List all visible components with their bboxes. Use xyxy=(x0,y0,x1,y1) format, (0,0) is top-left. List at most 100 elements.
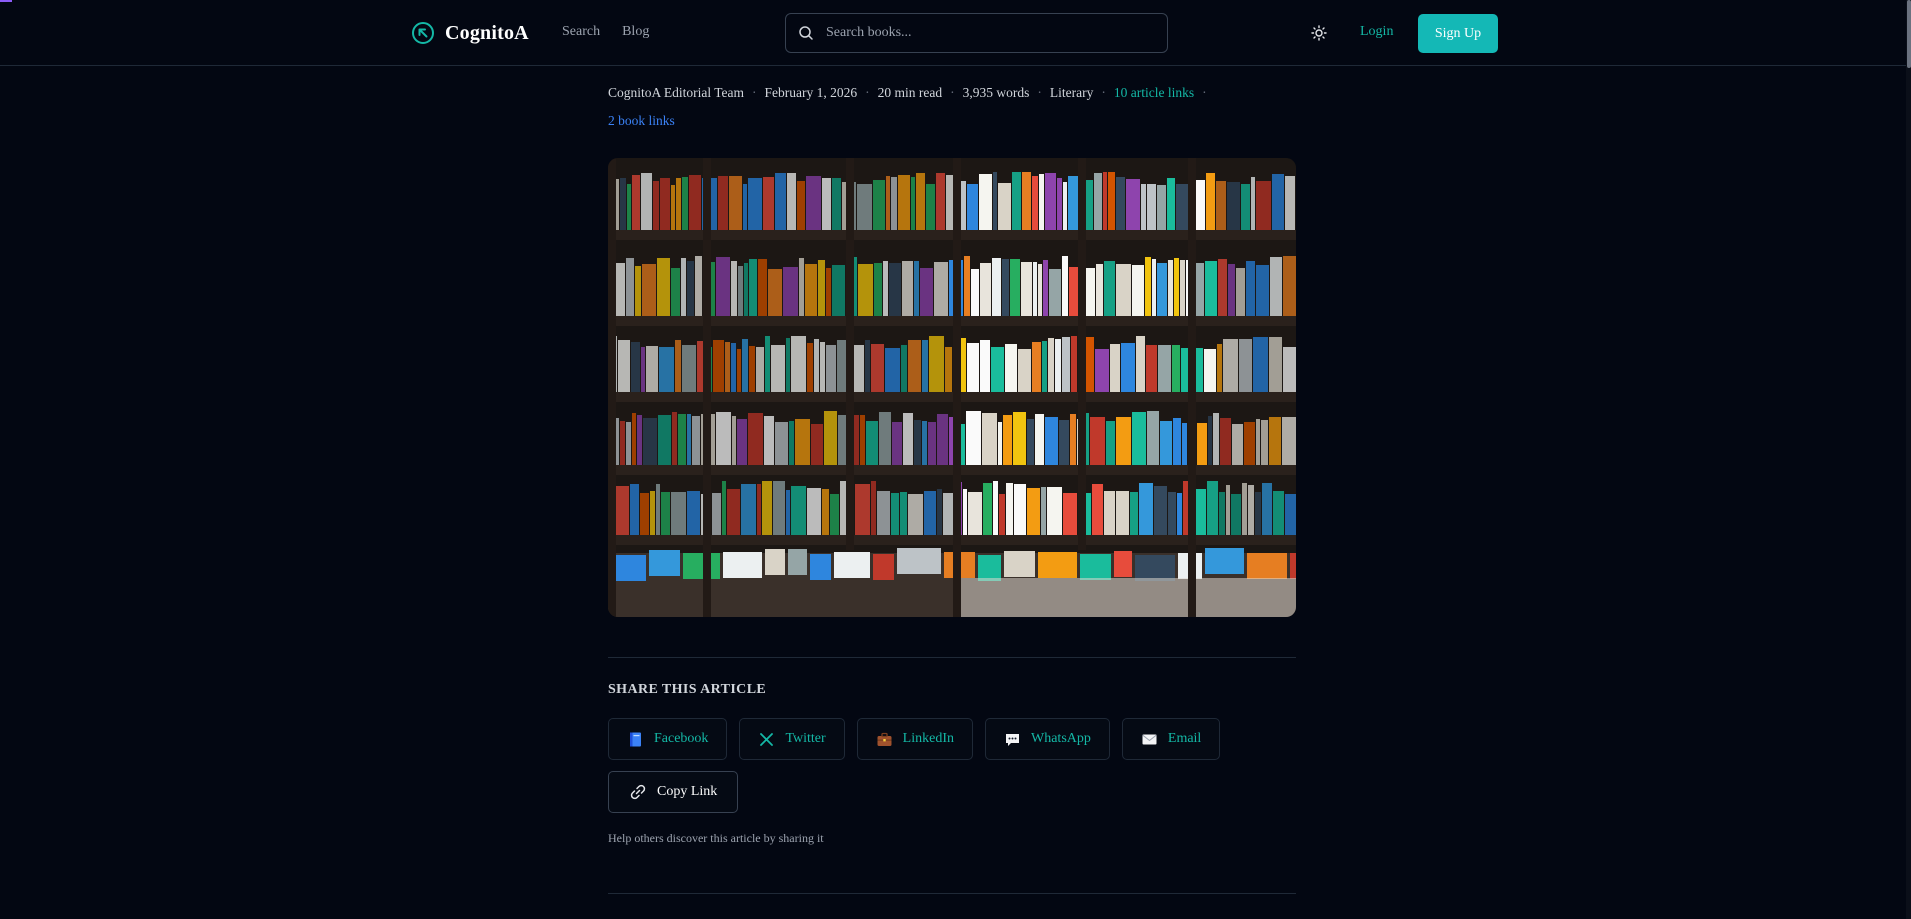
book-spine xyxy=(1014,484,1026,535)
book-links-count[interactable]: 2 book links xyxy=(608,113,675,128)
share-email-button[interactable]: Email xyxy=(1121,718,1221,760)
book-shade xyxy=(937,414,948,465)
book-shade xyxy=(937,489,942,535)
book-shade xyxy=(877,491,890,535)
book-shade xyxy=(922,421,927,465)
book-spine xyxy=(1158,345,1171,392)
book-shade xyxy=(928,422,936,465)
book-spine xyxy=(1045,173,1056,230)
logo-icon xyxy=(412,22,434,44)
book-shade xyxy=(889,263,901,316)
book-spine xyxy=(1010,259,1020,316)
book-shade xyxy=(1217,344,1222,392)
book-spine xyxy=(1146,345,1157,392)
book-shade xyxy=(806,176,821,230)
book-shade xyxy=(764,416,774,465)
book-shade xyxy=(795,419,810,465)
book-shade xyxy=(814,339,819,392)
copy-link-button[interactable]: Copy Link xyxy=(608,771,739,813)
share-linkedin-button[interactable]: LinkedIn xyxy=(856,718,973,760)
share-facebook-button[interactable]: Facebook xyxy=(608,718,728,760)
book-shade xyxy=(914,261,919,316)
book-shade xyxy=(832,265,845,316)
meta-separator: · xyxy=(1037,85,1042,100)
book-shade xyxy=(689,175,701,230)
book-shade xyxy=(672,412,677,465)
book-spine xyxy=(1043,260,1048,316)
share-help-text: Help others discover this article by sha… xyxy=(608,831,824,845)
signup-button[interactable]: Sign Up xyxy=(1418,14,1498,53)
logo[interactable]: CognitoA xyxy=(411,21,529,45)
book-shade xyxy=(1256,419,1260,465)
book-shade xyxy=(618,340,630,392)
book-shade xyxy=(692,416,700,465)
book-spine xyxy=(1176,184,1189,230)
share-button-label: WhatsApp xyxy=(1031,731,1091,746)
book-spine xyxy=(1207,481,1218,535)
section-divider xyxy=(608,657,1296,658)
book-spine xyxy=(1039,174,1044,230)
book-shade xyxy=(773,481,785,535)
shelf-post xyxy=(953,158,961,617)
book-shade xyxy=(903,413,913,465)
share-whatsapp-button[interactable]: WhatsApp xyxy=(985,718,1110,760)
theme-toggle-button[interactable] xyxy=(1308,22,1330,44)
flat-book xyxy=(649,550,680,576)
meta-separator: · xyxy=(865,85,870,100)
book-shade xyxy=(924,491,936,535)
book-shade xyxy=(1253,337,1268,392)
article-links-count[interactable]: 10 article links xyxy=(1114,85,1194,100)
nav-blog-link[interactable]: Blog xyxy=(622,24,649,40)
book-spine xyxy=(1160,421,1172,465)
book-shade xyxy=(818,260,825,316)
book-spine xyxy=(1154,486,1167,535)
search-box[interactable] xyxy=(785,13,1168,53)
flat-book xyxy=(765,549,785,575)
book-shade xyxy=(1220,418,1231,465)
book-shade xyxy=(871,344,884,392)
x-icon xyxy=(760,732,774,746)
flat-book xyxy=(1114,551,1132,577)
book-spine xyxy=(998,183,1011,230)
book-spine xyxy=(1062,337,1070,392)
book-spine xyxy=(991,347,1004,392)
book-shade xyxy=(1246,261,1255,316)
link-icon xyxy=(630,784,646,800)
page-scrollbar[interactable] xyxy=(1906,0,1911,919)
book-shade xyxy=(640,493,649,535)
book-shade xyxy=(765,336,770,392)
book-shade xyxy=(1285,176,1295,230)
book-shade xyxy=(826,268,831,316)
book-spine xyxy=(980,340,990,392)
book-shade xyxy=(832,178,841,230)
envelope-icon xyxy=(1142,734,1157,744)
book-shade xyxy=(687,491,700,535)
book-shade xyxy=(1248,485,1254,535)
flat-book xyxy=(1080,554,1111,580)
share-twitter-button[interactable]: Twitter xyxy=(739,718,845,760)
share-button-label: LinkedIn xyxy=(902,731,954,746)
book-shade xyxy=(920,268,933,316)
book-spine xyxy=(1003,415,1012,465)
book-spine xyxy=(993,172,997,230)
book-shade xyxy=(826,345,836,392)
scrollbar-thumb[interactable] xyxy=(1907,0,1911,68)
article-meta: CognitoA Editorial Team · February 1, 2026… xyxy=(608,79,1298,135)
book-shade xyxy=(643,418,657,465)
book-spine xyxy=(1168,492,1176,535)
book-shade xyxy=(743,184,747,230)
nav-search-link[interactable]: Search xyxy=(562,24,600,40)
book-shade xyxy=(1231,494,1241,535)
book-shade xyxy=(671,492,686,535)
book-shade xyxy=(722,481,726,535)
book-shade xyxy=(731,343,736,392)
login-link[interactable]: Login xyxy=(1360,24,1393,40)
book-spine xyxy=(1104,261,1115,316)
book-spine xyxy=(1018,349,1031,392)
book-spine xyxy=(1092,484,1103,535)
book-spine xyxy=(1132,265,1144,316)
book-spine xyxy=(1059,420,1069,465)
book-shade xyxy=(1219,492,1225,535)
search-input[interactable] xyxy=(826,25,1126,41)
book-spine xyxy=(1121,343,1135,392)
